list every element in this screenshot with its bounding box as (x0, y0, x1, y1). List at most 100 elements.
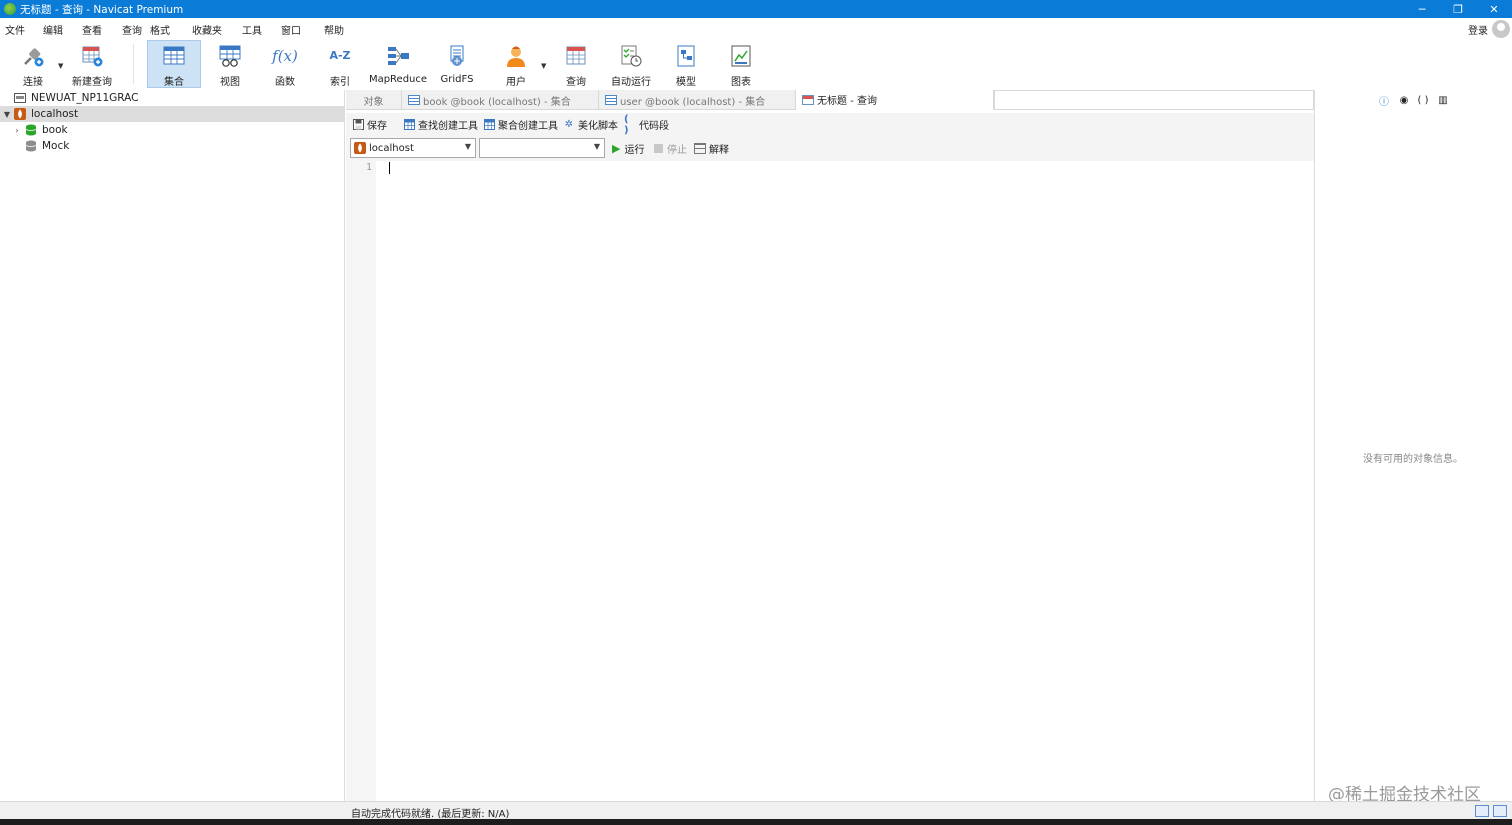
view-button[interactable]: 视图 (208, 40, 252, 88)
snippet-icon: ( ) (624, 113, 629, 136)
aggregate-builder-icon (483, 119, 495, 131)
collection-icon (605, 95, 617, 105)
autorun-icon (618, 43, 644, 68)
status-text: 自动完成代码就绪. (最后更新: N/A) (351, 809, 510, 820)
explain-icon (694, 143, 706, 154)
collection-button[interactable]: 集合 (147, 40, 201, 88)
menu-edit[interactable]: 编辑 (43, 22, 63, 37)
autorun-button[interactable]: 自动运行 (608, 40, 654, 88)
layout-left-icon[interactable] (1475, 805, 1489, 817)
eye-icon[interactable]: ◉ (1398, 94, 1410, 106)
chevron-right-icon[interactable]: › (12, 126, 22, 135)
magic-wand-icon: ✲ (564, 119, 574, 130)
tab-user-collection[interactable]: user @book (localhost) - 集合 (599, 90, 796, 110)
chart-button[interactable]: 图表 (719, 40, 763, 88)
run-bar: localhost ▼ ▼ ▶ 运行 停止 解释 (346, 135, 1314, 161)
stop-label: 停止 (667, 145, 687, 156)
model-button[interactable]: 模型 (664, 40, 708, 88)
server-icon (14, 93, 26, 103)
aggregate-builder-label: 聚合创建工具 (498, 121, 558, 132)
stop-button[interactable]: 停止 (654, 141, 687, 156)
tree-node-localhost[interactable]: ▼ localhost (0, 106, 345, 122)
save-button[interactable]: 保存 (352, 117, 387, 132)
query-label: 查询 (566, 77, 586, 88)
plug-icon (20, 43, 46, 68)
index-button[interactable]: A-Z 索引 (318, 40, 362, 88)
braces-icon[interactable]: ( ) (1417, 94, 1429, 106)
mapreduce-label: MapReduce (368, 74, 428, 85)
tab-untitled-query[interactable]: 无标题 - 查询 (796, 90, 994, 110)
snippet-button[interactable]: ( ) 代码段 (624, 113, 669, 136)
tree-node-book[interactable]: › book (0, 122, 345, 138)
connect-dropdown-icon[interactable]: ▼ (58, 62, 63, 70)
connect-button[interactable]: 连接 (12, 40, 54, 88)
menu-tools[interactable]: 工具 (242, 22, 262, 37)
restore-button[interactable]: ❐ (1440, 0, 1476, 18)
menu-file[interactable]: 文件 (5, 22, 25, 37)
tab-filter-box[interactable] (994, 90, 1314, 110)
database-select[interactable]: ▼ (479, 138, 605, 158)
database-gray-icon (25, 140, 37, 152)
connect-label: 连接 (23, 77, 43, 88)
tab-label: 对象 (363, 96, 384, 108)
tree-node-newuat[interactable]: NEWUAT_NP11GRAC (0, 90, 345, 106)
index-label: 索引 (330, 77, 350, 88)
layout-icon[interactable]: ▥ (1437, 94, 1449, 106)
user-dropdown-icon[interactable]: ▼ (541, 62, 546, 70)
tab-objects[interactable]: 对象 (346, 90, 402, 110)
menu-format[interactable]: 格式 (150, 22, 170, 37)
gridfs-button[interactable]: GridFS (436, 40, 478, 88)
find-builder-button[interactable]: 查找创建工具 (403, 117, 478, 132)
new-query-icon (79, 43, 105, 68)
explain-button[interactable]: 解释 (694, 141, 729, 156)
collection-icon (161, 44, 187, 68)
chevron-down-icon[interactable]: ▼ (2, 110, 12, 119)
tree-node-label: Mock (42, 140, 70, 152)
chart-label: 图表 (731, 77, 751, 88)
login-link[interactable]: 登录 (1468, 22, 1488, 37)
query-icon (802, 94, 814, 105)
gridfs-icon (444, 43, 470, 69)
os-taskbar (0, 819, 1512, 825)
tab-book-collection[interactable]: book @book (localhost) - 集合 (402, 90, 599, 110)
function-icon: f(x) (272, 46, 298, 65)
connection-value: localhost (369, 142, 414, 154)
query-editor[interactable]: 1 (346, 161, 1314, 801)
aggregate-builder-button[interactable]: 聚合创建工具 (483, 117, 558, 132)
menu-window[interactable]: 窗口 (281, 22, 301, 37)
tree-node-label: localhost (31, 108, 79, 120)
connection-tree: NEWUAT_NP11GRAC ▼ localhost › book Mock (0, 90, 345, 801)
new-query-button[interactable]: 新建查询 (70, 40, 114, 88)
user-button[interactable]: 用户 (495, 40, 537, 88)
avatar[interactable] (1492, 20, 1510, 38)
tab-label: book @book (localhost) - 集合 (423, 96, 571, 108)
tree-node-mock[interactable]: Mock (0, 138, 345, 154)
run-label: 运行 (624, 145, 645, 156)
mongodb-icon (354, 142, 366, 154)
menu-favorites[interactable]: 收藏夹 (192, 22, 222, 37)
beautify-button[interactable]: ✲ 美化脚本 (563, 117, 618, 132)
mapreduce-button[interactable]: MapReduce (368, 40, 428, 88)
info-icon[interactable]: ⓘ (1378, 94, 1390, 108)
query-button[interactable]: 查询 (554, 40, 598, 88)
function-button[interactable]: f(x) 函数 (263, 40, 307, 89)
minimize-button[interactable]: ─ (1404, 0, 1440, 18)
connection-select[interactable]: localhost ▼ (350, 138, 476, 158)
close-button[interactable]: ✕ (1476, 0, 1512, 18)
collection-icon (408, 95, 420, 105)
model-icon (673, 43, 699, 68)
menu-query[interactable]: 查询 (122, 22, 142, 37)
user-icon (503, 43, 529, 68)
chart-icon (728, 43, 754, 68)
menu-view[interactable]: 查看 (82, 22, 102, 37)
view-label: 视图 (220, 77, 240, 88)
beautify-label: 美化脚本 (578, 121, 618, 132)
save-label: 保存 (367, 121, 387, 132)
chevron-down-icon: ▼ (593, 142, 600, 151)
stop-icon (654, 144, 663, 153)
menu-help[interactable]: 帮助 (324, 22, 344, 37)
run-button[interactable]: ▶ 运行 (612, 141, 644, 156)
chevron-down-icon: ▼ (464, 142, 471, 151)
line-number: 1 (365, 162, 372, 173)
layout-right-icon[interactable] (1493, 805, 1507, 817)
